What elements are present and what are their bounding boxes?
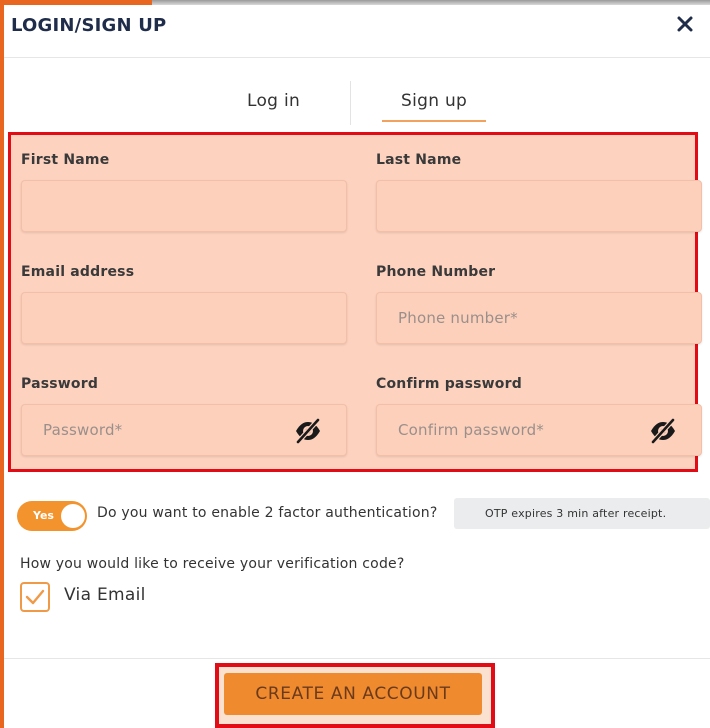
email-label: Email address — [21, 264, 135, 280]
toggle-knob — [61, 504, 85, 528]
modal-header: LOGIN/SIGN UP — [4, 5, 710, 57]
via-email-checkbox[interactable] — [20, 582, 50, 612]
two-factor-question: Do you want to enable 2 factor authentic… — [97, 505, 438, 521]
confirm-password-placeholder: Confirm password* — [398, 421, 545, 439]
password-label: Password — [21, 376, 99, 392]
confirm-password-label: Confirm password — [376, 376, 522, 392]
last-name-field[interactable] — [376, 180, 702, 232]
tab-divider — [350, 81, 351, 125]
signup-form-highlight: First Name Last Name Email address Phone… — [8, 132, 702, 472]
tab-signup[interactable]: Sign up — [401, 91, 467, 111]
first-name-field[interactable] — [21, 180, 347, 232]
phone-label: Phone Number — [376, 264, 496, 280]
eye-slash-icon[interactable] — [294, 417, 322, 445]
phone-placeholder: Phone number* — [398, 309, 518, 327]
eye-slash-icon[interactable] — [649, 417, 677, 445]
checkmark-icon — [25, 589, 45, 605]
toggle-label: Yes — [33, 509, 54, 522]
tab-login[interactable]: Log in — [247, 91, 300, 111]
password-field[interactable]: Password* — [21, 404, 347, 456]
active-tab-indicator — [382, 120, 486, 122]
verification-question: How you would like to receive your verif… — [20, 556, 405, 572]
auth-tabs: Log in Sign up — [4, 75, 710, 131]
login-signup-modal: LOGIN/SIGN UP Log in Sign up First Name … — [4, 5, 710, 728]
close-icon[interactable] — [672, 11, 698, 37]
modal-title: LOGIN/SIGN UP — [11, 15, 167, 36]
email-field[interactable] — [21, 292, 347, 344]
footer-divider — [4, 658, 710, 659]
create-account-button[interactable]: CREATE AN ACCOUNT — [224, 673, 482, 715]
password-placeholder: Password* — [43, 421, 123, 439]
otp-expiry-note: OTP expires 3 min after receipt. — [454, 498, 710, 529]
header-divider — [4, 57, 710, 58]
via-email-label: Via Email — [64, 585, 146, 605]
phone-field[interactable]: Phone number* — [376, 292, 702, 344]
two-factor-toggle[interactable]: Yes — [17, 501, 87, 531]
confirm-password-field[interactable]: Confirm password* — [376, 404, 702, 456]
last-name-label: Last Name — [376, 152, 462, 168]
first-name-label: First Name — [21, 152, 110, 168]
